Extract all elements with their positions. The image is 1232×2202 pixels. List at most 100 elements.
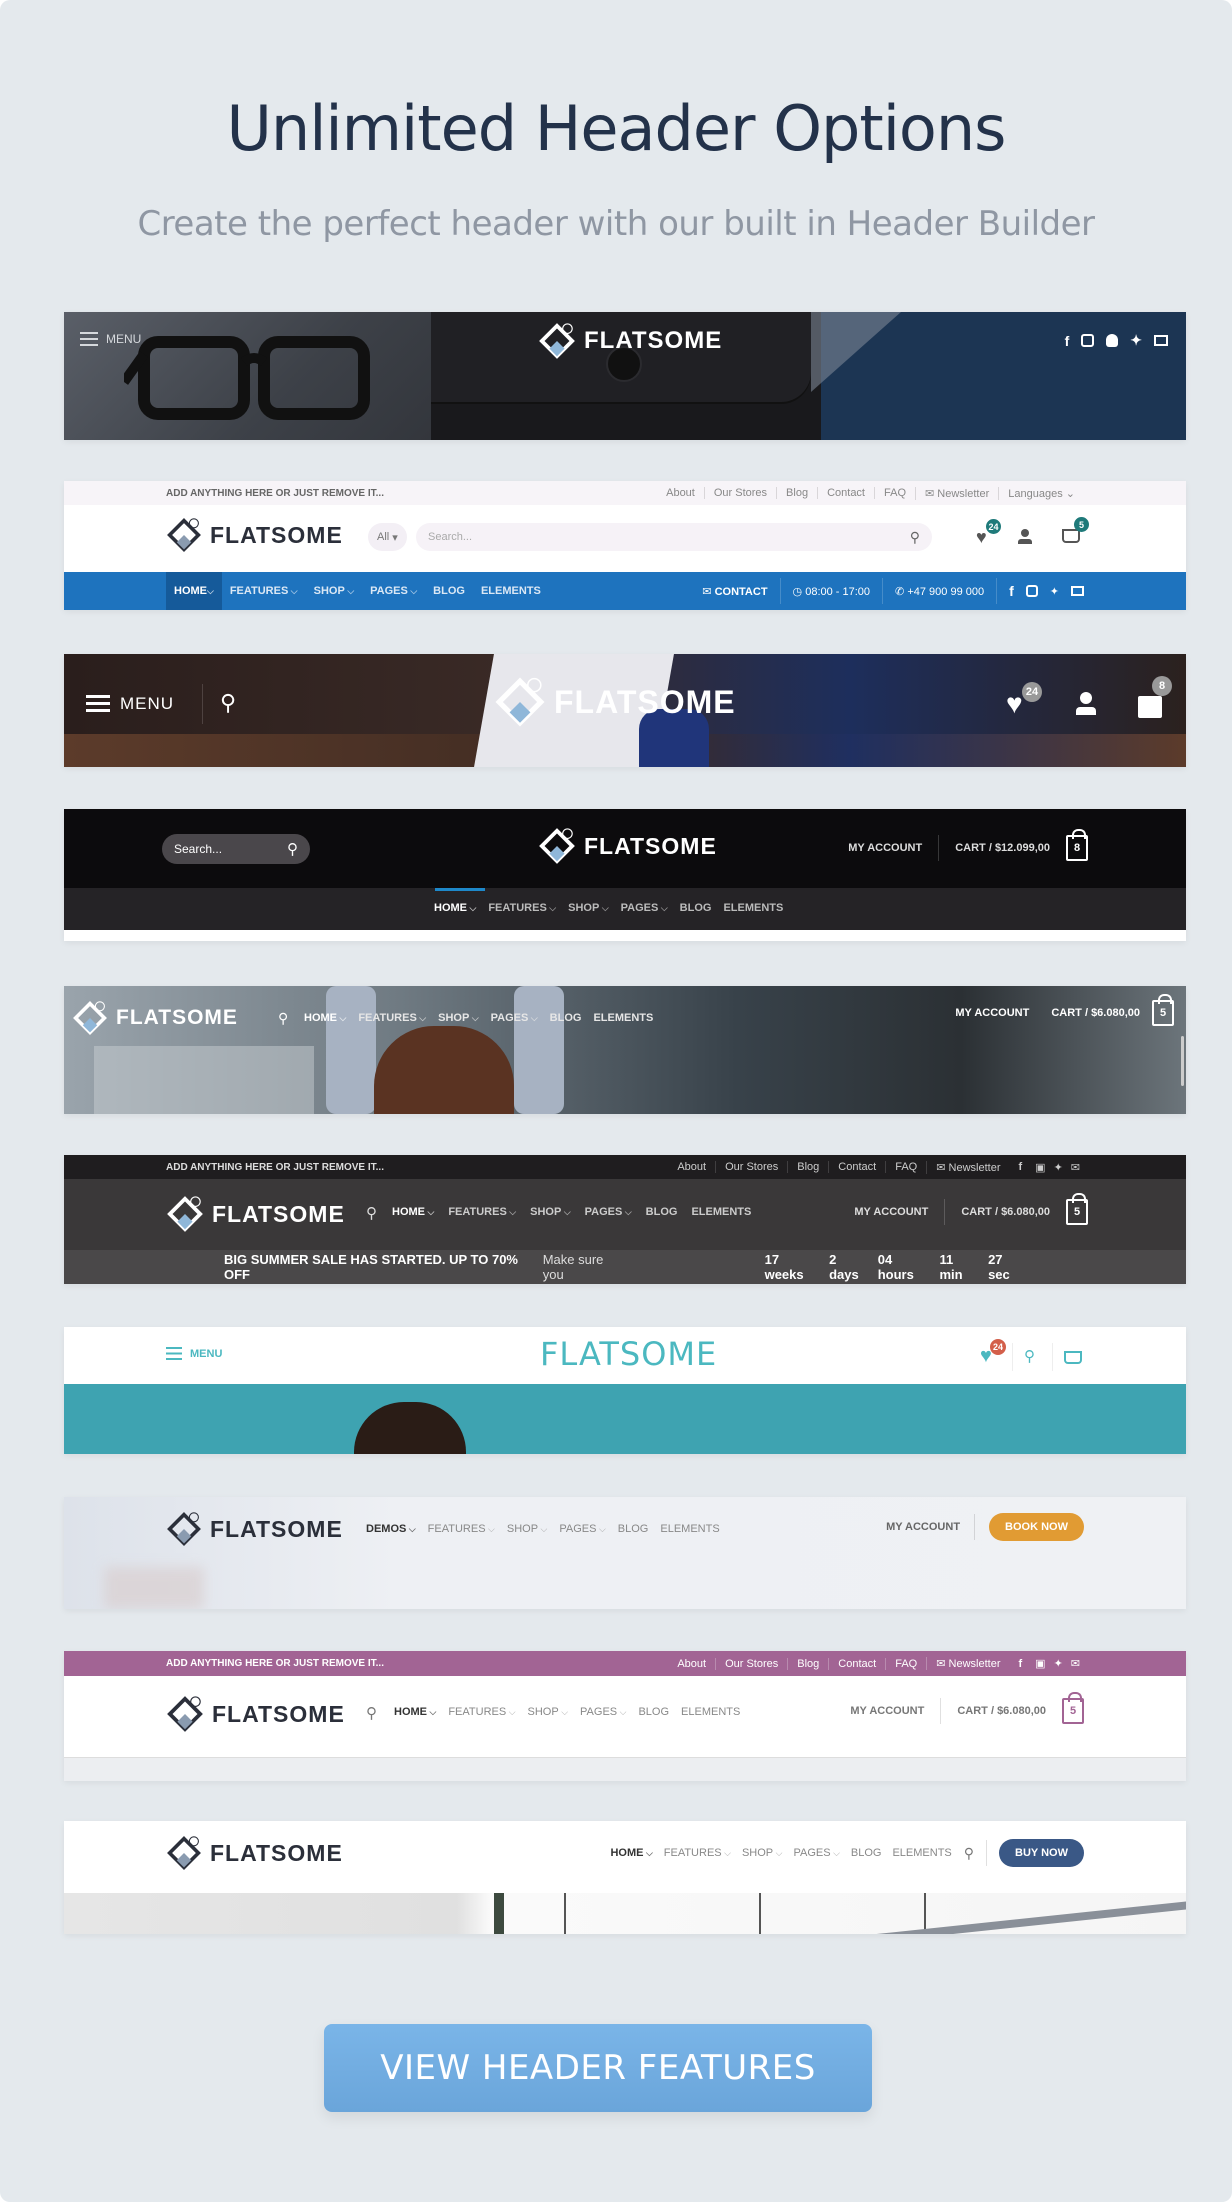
nav-home[interactable]: HOME bbox=[166, 572, 222, 610]
search-icon[interactable]: ⚲ bbox=[278, 1010, 288, 1027]
my-account-link[interactable]: MY ACCOUNT bbox=[850, 1705, 924, 1717]
nav-home[interactable]: HOME bbox=[434, 902, 476, 914]
nav-pages[interactable]: PAGES bbox=[621, 902, 668, 914]
cart-link[interactable]: CART / $6.080,00 bbox=[1051, 1007, 1140, 1019]
instagram-icon[interactable] bbox=[1025, 585, 1038, 597]
cart-link[interactable]: CART / $6.080,00 bbox=[957, 1705, 1046, 1717]
nav-elements[interactable]: ELEMENTS bbox=[660, 1523, 719, 1535]
topbar-link-stores[interactable]: Our Stores bbox=[715, 1161, 787, 1173]
wishlist-icon[interactable]: ♥ 24 bbox=[980, 1339, 1006, 1368]
nav-blog[interactable]: BLOG bbox=[851, 1847, 882, 1859]
nav-elements[interactable]: ELEMENTS bbox=[691, 1206, 751, 1218]
account-icon[interactable] bbox=[1018, 529, 1032, 545]
nav-features[interactable]: FEATURES bbox=[488, 902, 556, 914]
nav-blog[interactable]: BLOG bbox=[425, 585, 473, 597]
topbar-link-newsletter[interactable]: ✉ Newsletter bbox=[926, 1657, 1009, 1670]
nav-pages[interactable]: PAGES bbox=[362, 585, 425, 597]
my-account-link[interactable]: MY ACCOUNT bbox=[886, 1521, 960, 1533]
email-icon[interactable] bbox=[1154, 335, 1168, 346]
nav-features[interactable]: FEATURES bbox=[222, 585, 306, 597]
search-category-select[interactable]: All ▾ bbox=[368, 523, 407, 551]
topbar-link-faq[interactable]: FAQ bbox=[874, 487, 915, 499]
topbar-link-blog[interactable]: Blog bbox=[787, 1161, 828, 1173]
topbar-link-about[interactable]: About bbox=[668, 1658, 715, 1670]
logo-text[interactable]: FLATSOME bbox=[540, 1335, 717, 1373]
book-now-button[interactable]: BOOK NOW bbox=[989, 1513, 1084, 1541]
topbar-link-about[interactable]: About bbox=[657, 487, 704, 499]
topbar-link-about[interactable]: About bbox=[668, 1161, 715, 1173]
flatsome-logo[interactable]: FLATSOME bbox=[166, 517, 343, 553]
header-preview-10[interactable]: FLATSOME HOME FEATURES SHOP PAGES BLOG E… bbox=[64, 1821, 1186, 1934]
twitter-icon[interactable]: ✦ bbox=[1130, 332, 1142, 349]
flatsome-logo[interactable]: FLATSOME bbox=[166, 1511, 343, 1547]
search-icon[interactable]: ⚲ bbox=[287, 840, 298, 858]
nav-blog[interactable]: BLOG bbox=[618, 1523, 649, 1535]
flatsome-logo[interactable]: FLATSOME bbox=[538, 322, 722, 360]
cart-count-icon[interactable]: 8 bbox=[1066, 829, 1088, 861]
nav-elements[interactable]: ELEMENTS bbox=[473, 585, 549, 597]
scrollbar[interactable] bbox=[1181, 1036, 1184, 1086]
nav-shop[interactable]: SHOP bbox=[528, 1706, 569, 1718]
nav-demos[interactable]: DEMOS bbox=[366, 1523, 416, 1535]
buy-now-button[interactable]: BUY NOW bbox=[999, 1839, 1084, 1867]
email-icon[interactable]: ✉ bbox=[1067, 1161, 1084, 1174]
topbar-link-stores[interactable]: Our Stores bbox=[715, 1657, 787, 1670]
nav-shop[interactable]: SHOP bbox=[568, 902, 609, 914]
nav-elements[interactable]: ELEMENTS bbox=[593, 1012, 653, 1024]
flatsome-logo[interactable]: FLATSOME bbox=[166, 1195, 345, 1233]
shopping-bag-icon[interactable]: 8 bbox=[1138, 676, 1172, 718]
nav-home[interactable]: HOME bbox=[610, 1847, 652, 1859]
cart-count-icon[interactable]: 5 bbox=[1152, 994, 1174, 1026]
nav-home[interactable]: HOME bbox=[394, 1706, 436, 1718]
nav-pages[interactable]: PAGES bbox=[491, 1012, 538, 1024]
cart-link[interactable]: CART / $6.080,00 bbox=[961, 1206, 1050, 1218]
facebook-icon[interactable]: f bbox=[1009, 1161, 1031, 1173]
nav-features[interactable]: FEATURES bbox=[664, 1847, 731, 1859]
header-preview-4[interactable]: Search... ⚲ FLATSOME MY ACCOUNT CART / $… bbox=[64, 809, 1186, 941]
wishlist-icon[interactable]: ♥ 24 bbox=[976, 519, 1001, 548]
contact-link[interactable]: ✉ CONTACT bbox=[702, 585, 767, 598]
nav-pages[interactable]: PAGES bbox=[585, 1206, 632, 1218]
flatsome-logo[interactable]: FLATSOME bbox=[166, 1835, 343, 1871]
phone-link[interactable]: ✆ +47 900 99 000 bbox=[895, 585, 984, 598]
nav-features[interactable]: FEATURES bbox=[448, 1206, 516, 1218]
facebook-icon[interactable]: f bbox=[1009, 1658, 1031, 1670]
search-icon[interactable]: ⚲ bbox=[1024, 1347, 1035, 1365]
twitter-icon[interactable]: ✦ bbox=[1050, 1657, 1067, 1670]
nav-elements[interactable]: ELEMENTS bbox=[681, 1706, 740, 1718]
nav-home[interactable]: HOME bbox=[392, 1206, 434, 1218]
instagram-icon[interactable]: ▣ bbox=[1031, 1161, 1049, 1174]
flatsome-logo[interactable]: FLATSOME bbox=[538, 827, 717, 865]
header-preview-7[interactable]: MENU FLATSOME ♥ 24 ⚲ bbox=[64, 1327, 1186, 1454]
nav-shop[interactable]: SHOP bbox=[530, 1206, 571, 1218]
header-preview-5[interactable]: FLATSOME ⚲ HOME FEATURES SHOP PAGES BLOG… bbox=[64, 986, 1186, 1114]
my-account-link[interactable]: MY ACCOUNT bbox=[955, 1007, 1029, 1019]
flatsome-logo[interactable]: FLATSOME bbox=[494, 676, 736, 728]
header-preview-3[interactable]: MENU ⚲ FLATSOME ♥ 24 8 bbox=[64, 654, 1186, 767]
header-preview-1[interactable]: MENU FLATSOME f ✦ bbox=[64, 312, 1186, 440]
nav-shop[interactable]: SHOP bbox=[306, 585, 363, 597]
languages-dropdown[interactable]: Languages ⌄ bbox=[998, 486, 1084, 500]
topbar-link-stores[interactable]: Our Stores bbox=[703, 487, 776, 499]
twitter-icon[interactable]: ✦ bbox=[1050, 1161, 1067, 1174]
nav-features[interactable]: FEATURES bbox=[358, 1012, 426, 1024]
cart-link[interactable]: CART / $12.099,00 bbox=[955, 842, 1050, 854]
topbar-link-newsletter[interactable]: ✉ Newsletter bbox=[926, 1160, 1009, 1174]
header-preview-9[interactable]: ADD ANYTHING HERE OR JUST REMOVE IT... A… bbox=[64, 1651, 1186, 1781]
topbar-link-newsletter[interactable]: ✉ Newsletter bbox=[915, 486, 998, 500]
cart-count-icon[interactable]: 5 bbox=[1062, 1692, 1084, 1724]
my-account-link[interactable]: MY ACCOUNT bbox=[854, 1206, 928, 1218]
topbar-link-blog[interactable]: Blog bbox=[787, 1657, 828, 1670]
menu-toggle[interactable]: MENU bbox=[86, 694, 174, 714]
account-icon[interactable] bbox=[1076, 692, 1096, 716]
nav-elements[interactable]: ELEMENTS bbox=[723, 902, 783, 914]
cart-count-icon[interactable]: 5 bbox=[1066, 1193, 1088, 1225]
nav-pages[interactable]: PAGES bbox=[793, 1847, 839, 1859]
flatsome-logo[interactable]: FLATSOME bbox=[72, 1000, 238, 1036]
nav-blog[interactable]: BLOG bbox=[680, 902, 712, 914]
nav-pages[interactable]: PAGES bbox=[580, 1706, 626, 1718]
wishlist-icon[interactable]: ♥ 24 bbox=[1006, 682, 1042, 720]
basket-icon[interactable] bbox=[1064, 1351, 1082, 1364]
facebook-icon[interactable]: f bbox=[1009, 583, 1014, 599]
snapchat-icon[interactable] bbox=[1106, 334, 1119, 347]
